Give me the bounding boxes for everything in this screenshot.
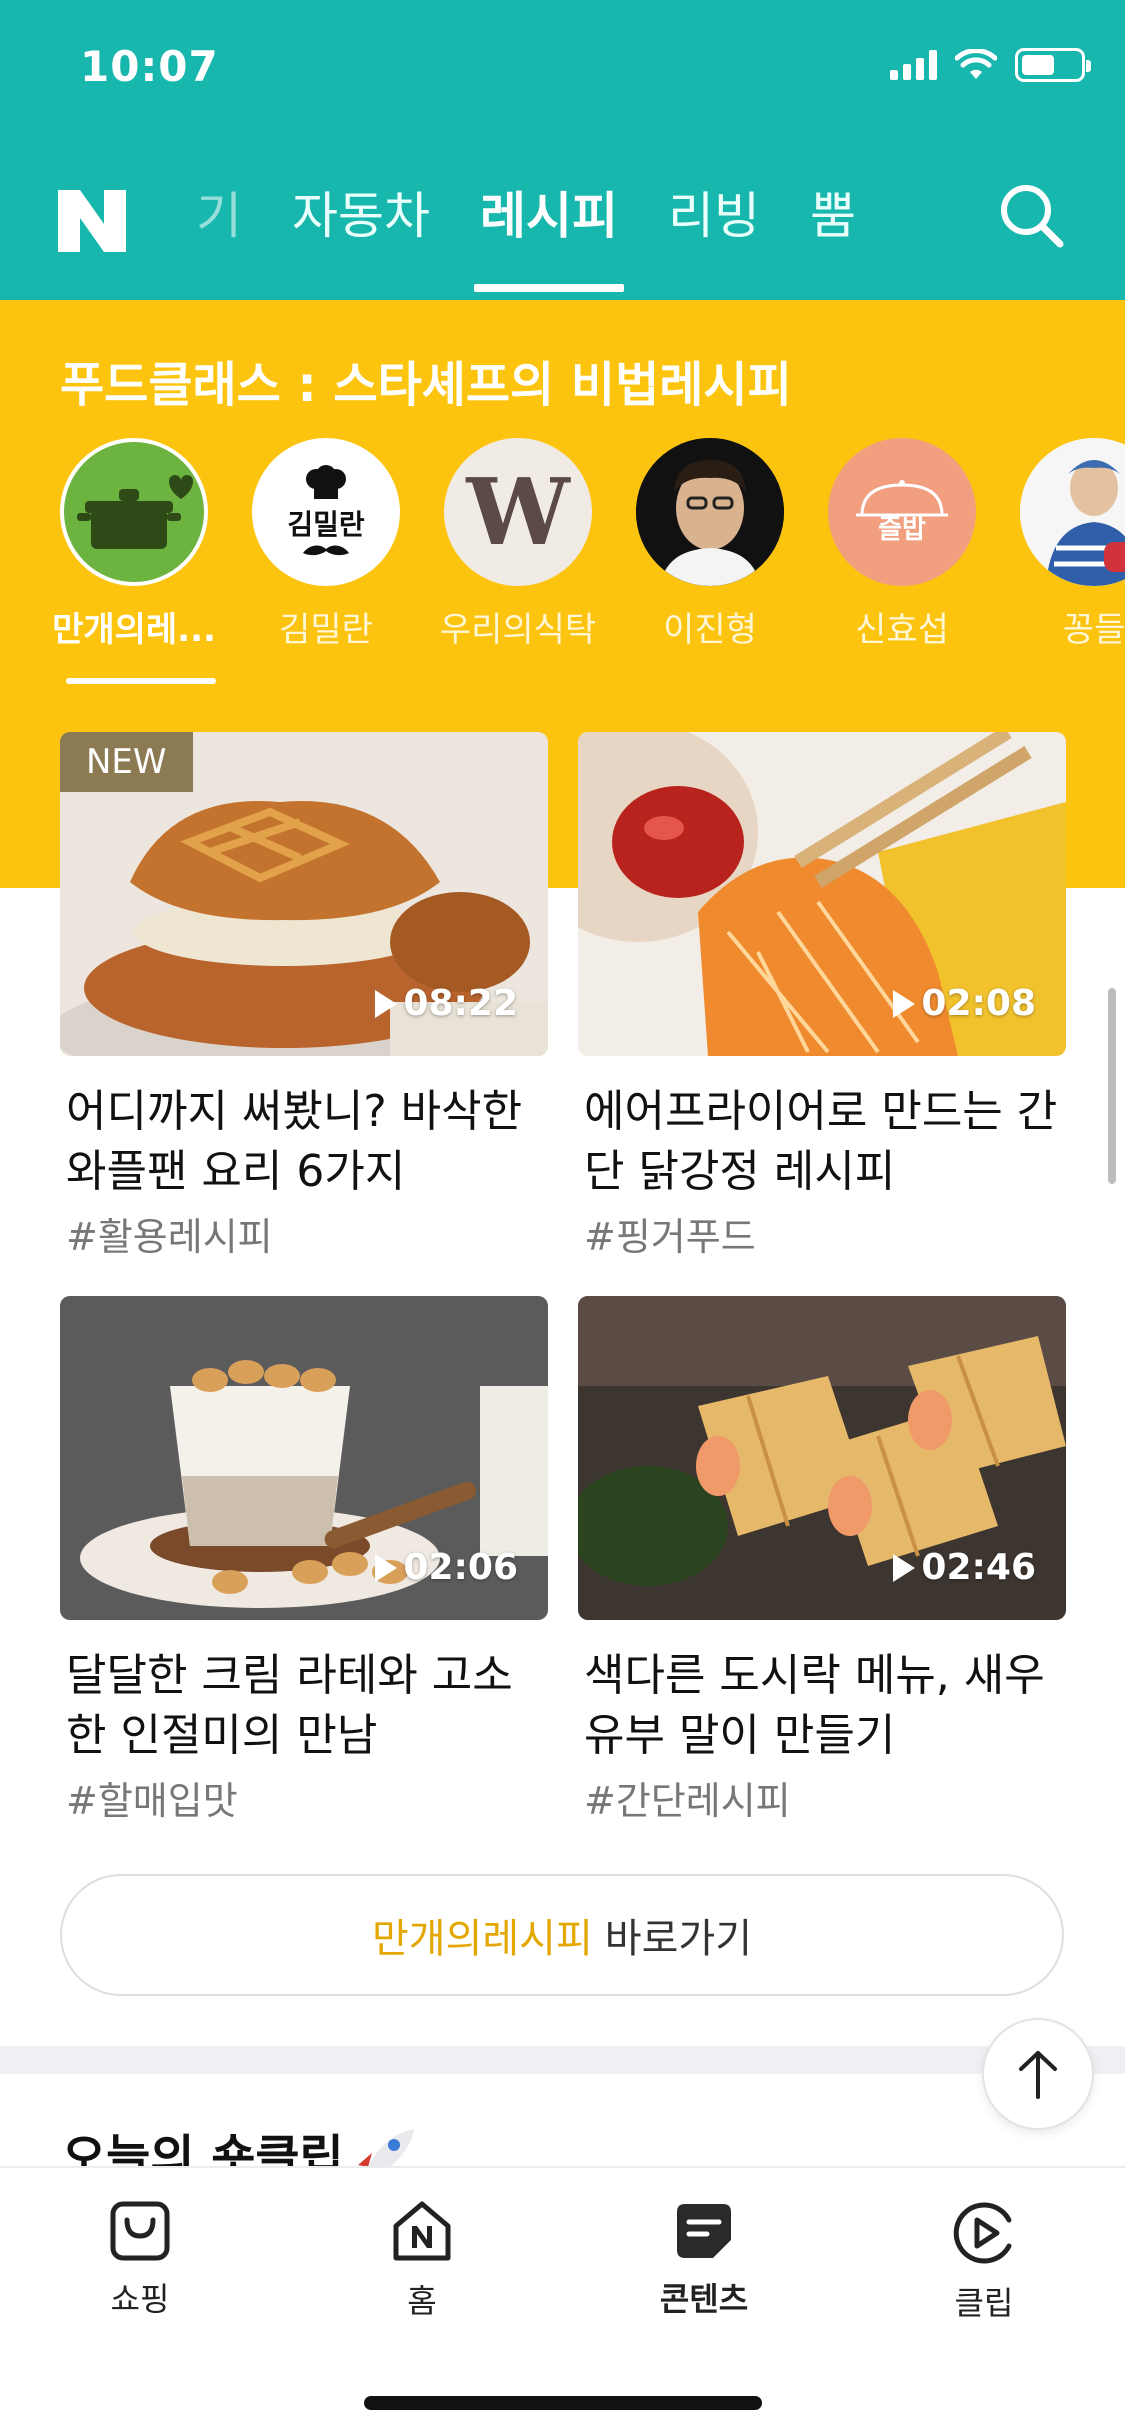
chef-name: 신효섭 xyxy=(855,610,949,650)
home-indicator xyxy=(364,2396,762,2410)
tab-partial[interactable]: 기 xyxy=(196,176,242,288)
clip-icon xyxy=(953,2202,1012,2264)
video-tag[interactable]: #간단레시피 xyxy=(578,1770,1066,1825)
play-icon xyxy=(375,1553,398,1582)
video-tag[interactable]: #활용레시피 xyxy=(60,1206,548,1261)
avatar-text: W xyxy=(466,458,570,566)
video-title: 색다른 도시락 메뉴, 새우 유부 말이 만들기 xyxy=(584,1650,1045,1761)
chef-item[interactable]: 만개의레... xyxy=(52,438,216,651)
video-title: 달달한 크림 라테와 고소한 인절미의 만남 xyxy=(66,1650,513,1761)
nav-label: 쇼핑 xyxy=(110,2280,170,2318)
nav-home[interactable]: 홈 xyxy=(342,2200,502,2322)
chef-avatar xyxy=(636,438,784,586)
nav-label: 콘텐츠 xyxy=(659,2280,749,2318)
chef-avatar xyxy=(1020,438,1125,586)
video-card[interactable]: 02:06 달달한 크림 라테와 고소한 인절미의 만남 #할매입맛 xyxy=(60,1296,548,1825)
video-title: 어디까지 써봤니? 바삭한 와플팬 요리 6가지 xyxy=(66,1086,523,1197)
nav-label: 클립 xyxy=(954,2284,1014,2322)
chef-avatar: 즐밥 xyxy=(828,438,976,586)
video-tag[interactable]: #핑거푸드 xyxy=(578,1206,1066,1261)
home-icon xyxy=(393,2201,451,2261)
battery-icon xyxy=(1015,48,1091,82)
video-duration: 02:08 xyxy=(893,983,1036,1024)
cta-label: 바로가기 xyxy=(604,1916,752,1962)
duration-text: 02:08 xyxy=(921,983,1036,1024)
app-header: 10:07 기 자동차 레시피 리빙 뿜 xyxy=(0,0,1125,300)
video-tag[interactable]: #할매입맛 xyxy=(60,1770,548,1825)
chef-list: 만개의레... 김밀란 김밀란 W 우리의식탁 이진형 즐밥 신효섭 꽁들 xyxy=(52,438,1125,651)
chef-portrait xyxy=(1020,438,1125,586)
chef-item[interactable]: 이진형 xyxy=(636,438,784,651)
chef-item[interactable]: 꽁들 xyxy=(1020,438,1125,651)
chef-avatar xyxy=(60,438,208,586)
foodclass-title: 푸드클래스 : 스타셰프의 비법레시피 xyxy=(60,357,792,413)
avatar-text: 즐밥 xyxy=(878,514,926,545)
tab-cars[interactable]: 자동차 xyxy=(292,176,430,288)
contents-icon xyxy=(677,2204,731,2258)
chef-item[interactable]: W 우리의식탁 xyxy=(440,438,596,651)
video-duration: 02:46 xyxy=(893,1547,1036,1588)
mustache-icon xyxy=(303,545,349,556)
arrow-up-icon xyxy=(1019,2051,1057,2099)
play-icon xyxy=(893,989,916,1018)
nav-shopping[interactable]: 쇼핑 xyxy=(60,2200,220,2320)
play-icon xyxy=(375,989,398,1018)
duration-text: 02:06 xyxy=(403,1547,518,1588)
chef-portrait xyxy=(636,438,784,586)
video-card[interactable]: NEW 08:22 어디까지 써봤니? 바삭한 와플팬 요리 6가지 #활용레시… xyxy=(60,732,548,1261)
chef-avatar: W xyxy=(444,438,592,586)
scrollbar[interactable] xyxy=(1108,988,1116,1184)
scroll-to-top-button[interactable] xyxy=(982,2018,1094,2130)
video-duration: 02:06 xyxy=(375,1547,518,1588)
status-time: 10:07 xyxy=(80,42,219,91)
chef-hat-icon xyxy=(306,465,346,499)
search-icon[interactable] xyxy=(996,180,1068,252)
chef-item[interactable]: 즐밥 신효섭 xyxy=(828,438,976,651)
shopping-bag-icon xyxy=(110,2201,170,2261)
video-title: 에어프라이어로 만드는 간단 닭강정 레시피 xyxy=(584,1086,1058,1197)
video-thumbnail: 02:06 xyxy=(60,1296,548,1620)
active-chef-indicator xyxy=(66,678,216,684)
chef-avatar: 김밀란 xyxy=(252,438,400,586)
tab-recipe[interactable]: 레시피 xyxy=(474,176,624,292)
play-icon xyxy=(893,1553,916,1582)
status-icons xyxy=(890,48,1091,82)
nav-clip[interactable]: 클립 xyxy=(904,2200,1064,2324)
video-card[interactable]: 02:08 에어프라이어로 만드는 간단 닭강정 레시피 #핑거푸드 xyxy=(578,732,1066,1261)
nav-contents[interactable]: 콘텐츠 xyxy=(624,2200,784,2320)
pot-icon xyxy=(77,475,193,549)
chef-item[interactable]: 김밀란 김밀란 xyxy=(252,438,400,651)
video-thumbnail: 02:08 xyxy=(578,732,1066,1056)
chef-name: 꽁들 xyxy=(1062,610,1125,650)
avatar-text: 김밀란 xyxy=(287,508,365,541)
video-thumbnail: NEW 08:22 xyxy=(60,732,548,1056)
video-thumbnail: 02:46 xyxy=(578,1296,1066,1620)
chef-name: 이진형 xyxy=(663,610,757,650)
chef-name: 김밀란 xyxy=(279,610,373,650)
video-card[interactable]: 02:46 색다른 도시락 메뉴, 새우 유부 말이 만들기 #간단레시피 xyxy=(578,1296,1066,1825)
signal-icon xyxy=(890,50,937,80)
chef-name: 우리의식탁 xyxy=(439,610,597,650)
duration-text: 08:22 xyxy=(403,983,518,1024)
cta-channel-name: 만개의레시피 xyxy=(371,1916,593,1962)
video-duration: 08:22 xyxy=(375,983,518,1024)
chef-name: 만개의레... xyxy=(52,610,216,650)
new-badge: NEW xyxy=(60,732,193,792)
duration-text: 02:46 xyxy=(921,1547,1036,1588)
category-tabs: 기 자동차 레시피 리빙 뿜 xyxy=(196,176,856,292)
tab-living[interactable]: 리빙 xyxy=(668,176,760,288)
go-to-channel-button[interactable]: 만개의레시피 바로가기 xyxy=(60,1874,1064,1996)
wifi-icon xyxy=(955,49,997,79)
naver-logo[interactable] xyxy=(58,190,126,252)
tab-ppum[interactable]: 뿜 xyxy=(810,176,856,288)
nav-row: 기 자동차 레시피 리빙 뿜 xyxy=(0,170,1125,300)
nav-label: 홈 xyxy=(407,2282,437,2320)
section-divider xyxy=(0,2046,1125,2074)
